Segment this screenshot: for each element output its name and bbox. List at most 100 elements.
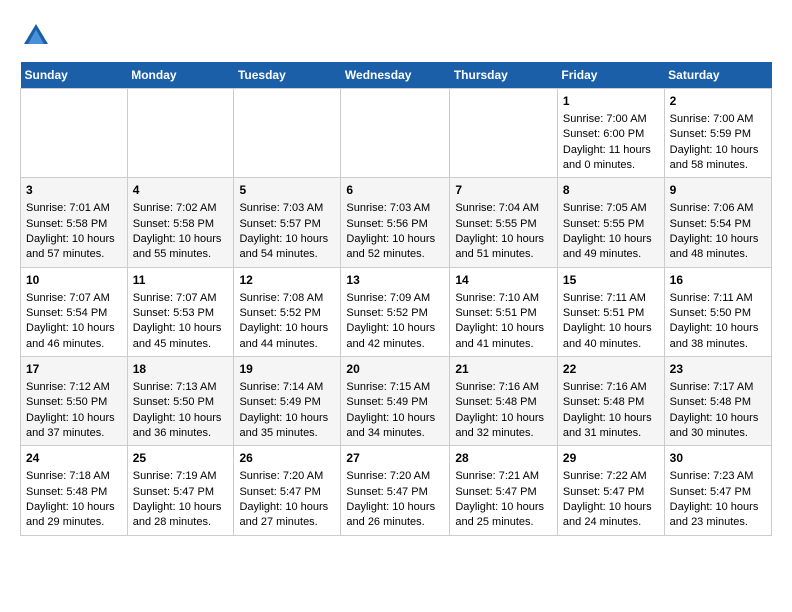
day-number: 16 bbox=[670, 272, 766, 289]
day-info-line: Daylight: 10 hours bbox=[455, 321, 552, 336]
page-header bbox=[20, 20, 772, 52]
day-info-line: Sunset: 5:47 PM bbox=[239, 485, 335, 500]
logo-icon bbox=[20, 20, 52, 52]
day-info-line: Sunrise: 7:23 AM bbox=[670, 469, 766, 484]
calendar-cell-w3-d6: 23 Sunrise: 7:17 AMSunset: 5:48 PMDayligh… bbox=[664, 357, 771, 446]
calendar-cell-w2-d0: 10Sunrise: 7:07 AMSunset: 5:54 PMDayligh… bbox=[21, 267, 128, 356]
calendar-cell-w1-d5: 8Sunrise: 7:05 AMSunset: 5:55 PMDaylight… bbox=[557, 178, 664, 267]
calendar-cell-w1-d4: 7Sunrise: 7:04 AMSunset: 5:55 PMDaylight… bbox=[450, 178, 558, 267]
day-number: 21 bbox=[455, 361, 552, 378]
weekday-friday: Friday bbox=[557, 62, 664, 89]
calendar-cell-w0-d2 bbox=[234, 89, 341, 178]
day-info-line: and 51 minutes. bbox=[455, 247, 552, 262]
day-number: 27 bbox=[346, 450, 444, 467]
day-info-line: Daylight: 10 hours bbox=[670, 411, 766, 426]
day-info-line: and 49 minutes. bbox=[563, 247, 659, 262]
day-info-line: Sunrise: 7:02 AM bbox=[133, 201, 229, 216]
day-info-line: Sunset: 5:48 PM bbox=[455, 395, 552, 410]
logo bbox=[20, 20, 56, 52]
calendar-cell-w4-d1: 25Sunrise: 7:19 AMSunset: 5:47 PMDayligh… bbox=[127, 446, 234, 535]
day-number: 5 bbox=[239, 182, 335, 199]
day-info-line: Daylight: 10 hours bbox=[239, 232, 335, 247]
week-row-1: 3Sunrise: 7:01 AMSunset: 5:58 PMDaylight… bbox=[21, 178, 772, 267]
day-info-line: Sunset: 5:47 PM bbox=[455, 485, 552, 500]
day-info-line: Daylight: 10 hours bbox=[563, 411, 659, 426]
calendar-cell-w3-d5: 22 Sunrise: 7:16 AMSunset: 5:48 PMDayligh… bbox=[557, 357, 664, 446]
day-info-line: and 38 minutes. bbox=[670, 337, 766, 352]
day-info-line: Sunset: 5:48 PM bbox=[563, 395, 659, 410]
day-info-line: Daylight: 10 hours bbox=[670, 143, 766, 158]
calendar-cell-w0-d0 bbox=[21, 89, 128, 178]
calendar-cell-w0-d1 bbox=[127, 89, 234, 178]
day-info-line: Sunrise: 7:00 AM bbox=[670, 112, 766, 127]
day-number: 25 bbox=[133, 450, 229, 467]
day-number: 24 bbox=[26, 450, 122, 467]
day-number: 1 bbox=[563, 93, 659, 110]
day-number: 30 bbox=[670, 450, 766, 467]
calendar-cell-w4-d3: 27Sunrise: 7:20 AMSunset: 5:47 PMDayligh… bbox=[341, 446, 450, 535]
day-info-line: Daylight: 10 hours bbox=[346, 411, 444, 426]
day-number: 29 bbox=[563, 450, 659, 467]
week-row-2: 10Sunrise: 7:07 AMSunset: 5:54 PMDayligh… bbox=[21, 267, 772, 356]
day-number: 23 bbox=[670, 361, 766, 378]
day-info-line: Sunrise: 7:08 AM bbox=[239, 291, 335, 306]
day-info-line: Sunset: 5:50 PM bbox=[26, 395, 122, 410]
calendar-cell-w0-d6: 2Sunrise: 7:00 AMSunset: 5:59 PMDaylight… bbox=[664, 89, 771, 178]
day-info-line: Sunset: 5:47 PM bbox=[670, 485, 766, 500]
day-info-line: Sunrise: 7:17 AM bbox=[670, 380, 766, 395]
calendar-cell-w3-d1: 18Sunrise: 7:13 AMSunset: 5:50 PMDayligh… bbox=[127, 357, 234, 446]
calendar-cell-w0-d4 bbox=[450, 89, 558, 178]
day-number: 22 bbox=[563, 361, 659, 378]
day-info-line: Sunrise: 7:06 AM bbox=[670, 201, 766, 216]
week-row-0: 1 Sunrise: 7:00 AM Sunset: 6:00 PM Daylight… bbox=[21, 89, 772, 178]
calendar-cell-w0-d3 bbox=[341, 89, 450, 178]
day-info-line: Sunset: 5:47 PM bbox=[346, 485, 444, 500]
day-info-line: Sunset: 5:47 PM bbox=[563, 485, 659, 500]
weekday-wednesday: Wednesday bbox=[341, 62, 450, 89]
day-info-line: Sunset: 5:48 PM bbox=[670, 395, 766, 410]
day-info-line: Sunrise: 7:03 AM bbox=[239, 201, 335, 216]
day-info-line: Sunset: 5:48 PM bbox=[26, 485, 122, 500]
day-info-line: Sunrise: 7:05 AM bbox=[563, 201, 659, 216]
day-info-line: Sunset: 5:51 PM bbox=[563, 306, 659, 321]
day-number: 19 bbox=[239, 361, 335, 378]
day-info-line: Daylight: 10 hours bbox=[133, 500, 229, 515]
day-info-line: Sunrise: 7:16 AM bbox=[563, 380, 659, 395]
day-info-line: Daylight: 10 hours bbox=[455, 411, 552, 426]
day-info-line: Sunrise: 7:11 AM bbox=[563, 291, 659, 306]
day-info-line: Daylight: 10 hours bbox=[26, 321, 122, 336]
day-info-line: Sunset: 5:53 PM bbox=[133, 306, 229, 321]
calendar-cell-w2-d6: 16Sunrise: 7:11 AMSunset: 5:50 PMDayligh… bbox=[664, 267, 771, 356]
day-info-line: Daylight: 10 hours bbox=[133, 232, 229, 247]
day-info-line: and 28 minutes. bbox=[133, 515, 229, 530]
day-info-line: and 35 minutes. bbox=[239, 426, 335, 441]
day-info-line: Sunrise: 7:19 AM bbox=[133, 469, 229, 484]
day-info-line: Daylight: 10 hours bbox=[346, 321, 444, 336]
calendar-cell-w1-d0: 3Sunrise: 7:01 AMSunset: 5:58 PMDaylight… bbox=[21, 178, 128, 267]
day-number: 8 bbox=[563, 182, 659, 199]
day-info-line: Daylight: 10 hours bbox=[346, 500, 444, 515]
day-info-line: Sunset: 5:52 PM bbox=[239, 306, 335, 321]
calendar-cell-w3-d4: 21Sunrise: 7:16 AMSunset: 5:48 PMDayligh… bbox=[450, 357, 558, 446]
day-info-line: Sunrise: 7:07 AM bbox=[133, 291, 229, 306]
day-number: 13 bbox=[346, 272, 444, 289]
calendar-cell-w2-d2: 12Sunrise: 7:08 AMSunset: 5:52 PMDayligh… bbox=[234, 267, 341, 356]
day-info-line: and 40 minutes. bbox=[563, 337, 659, 352]
week-row-3: 17Sunrise: 7:12 AMSunset: 5:50 PMDayligh… bbox=[21, 357, 772, 446]
day-info-line: Sunrise: 7:21 AM bbox=[455, 469, 552, 484]
day-info-line: Sunset: 5:49 PM bbox=[346, 395, 444, 410]
day-info-line: Daylight: 10 hours bbox=[670, 321, 766, 336]
day-info-line: Sunrise: 7:11 AM bbox=[670, 291, 766, 306]
day-info-line: and 31 minutes. bbox=[563, 426, 659, 441]
day-info-line: Sunset: 5:54 PM bbox=[670, 217, 766, 232]
day-info-line: Sunrise: 7:10 AM bbox=[455, 291, 552, 306]
weekday-tuesday: Tuesday bbox=[234, 62, 341, 89]
day-info-line: Sunrise: 7:20 AM bbox=[239, 469, 335, 484]
day-info-line: and 26 minutes. bbox=[346, 515, 444, 530]
day-number: 10 bbox=[26, 272, 122, 289]
day-info-line: Daylight: 10 hours bbox=[670, 500, 766, 515]
day-info-line: Daylight: 10 hours bbox=[563, 500, 659, 515]
day-info-line: Sunset: 6:00 PM bbox=[563, 127, 659, 142]
day-info-line: and 23 minutes. bbox=[670, 515, 766, 530]
day-number: 17 bbox=[26, 361, 122, 378]
